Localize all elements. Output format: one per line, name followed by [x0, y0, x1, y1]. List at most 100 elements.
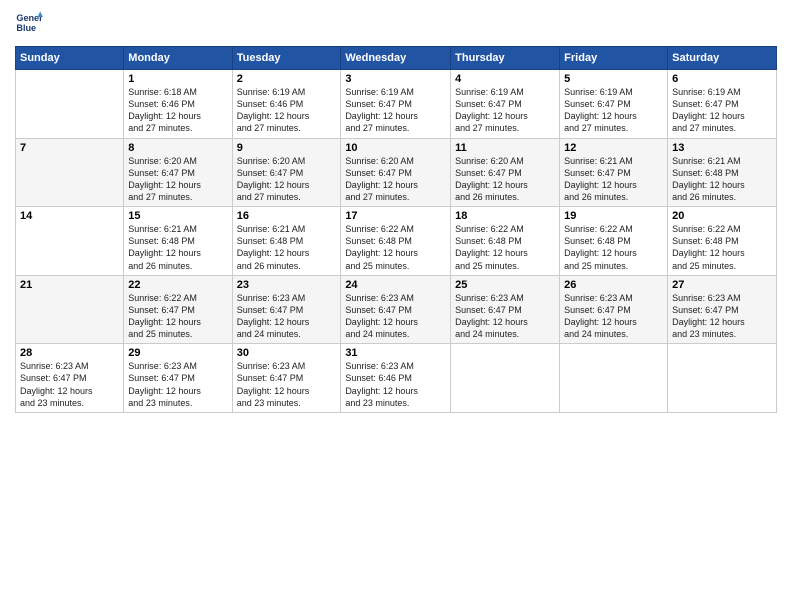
calendar-cell: 6Sunrise: 6:19 AM Sunset: 6:47 PM Daylig… — [668, 70, 777, 139]
calendar-cell: 25Sunrise: 6:23 AM Sunset: 6:47 PM Dayli… — [451, 275, 560, 344]
day-number: 26 — [564, 279, 663, 291]
calendar-cell — [451, 344, 560, 413]
day-number: 3 — [345, 73, 446, 85]
page-header: General Blue — [15, 10, 777, 38]
day-number: 16 — [237, 210, 337, 222]
calendar-week-row: 1415Sunrise: 6:21 AM Sunset: 6:48 PM Day… — [16, 207, 777, 276]
calendar-table: SundayMondayTuesdayWednesdayThursdayFrid… — [15, 46, 777, 413]
day-info: Sunrise: 6:20 AM Sunset: 6:47 PM Dayligh… — [345, 155, 446, 204]
day-number: 2 — [237, 73, 337, 85]
calendar-cell: 15Sunrise: 6:21 AM Sunset: 6:48 PM Dayli… — [124, 207, 232, 276]
day-number: 13 — [672, 142, 772, 154]
calendar-cell: 30Sunrise: 6:23 AM Sunset: 6:47 PM Dayli… — [232, 344, 341, 413]
day-number: 29 — [128, 347, 227, 359]
day-info: Sunrise: 6:20 AM Sunset: 6:47 PM Dayligh… — [128, 155, 227, 204]
day-info: Sunrise: 6:22 AM Sunset: 6:48 PM Dayligh… — [672, 223, 772, 272]
col-header-tuesday: Tuesday — [232, 47, 341, 70]
day-number: 14 — [20, 210, 119, 222]
day-number: 8 — [128, 142, 227, 154]
day-number: 5 — [564, 73, 663, 85]
day-number: 30 — [237, 347, 337, 359]
day-info: Sunrise: 6:19 AM Sunset: 6:47 PM Dayligh… — [564, 86, 663, 135]
calendar-cell: 18Sunrise: 6:22 AM Sunset: 6:48 PM Dayli… — [451, 207, 560, 276]
day-number: 1 — [128, 73, 227, 85]
day-info: Sunrise: 6:21 AM Sunset: 6:48 PM Dayligh… — [237, 223, 337, 272]
calendar-cell: 21 — [16, 275, 124, 344]
day-number: 11 — [455, 142, 555, 154]
calendar-cell: 17Sunrise: 6:22 AM Sunset: 6:48 PM Dayli… — [341, 207, 451, 276]
day-info: Sunrise: 6:20 AM Sunset: 6:47 PM Dayligh… — [455, 155, 555, 204]
calendar-cell: 3Sunrise: 6:19 AM Sunset: 6:47 PM Daylig… — [341, 70, 451, 139]
calendar-header-row: SundayMondayTuesdayWednesdayThursdayFrid… — [16, 47, 777, 70]
col-header-wednesday: Wednesday — [341, 47, 451, 70]
day-info: Sunrise: 6:22 AM Sunset: 6:48 PM Dayligh… — [455, 223, 555, 272]
day-number: 24 — [345, 279, 446, 291]
day-number: 21 — [20, 279, 119, 291]
calendar-cell: 19Sunrise: 6:22 AM Sunset: 6:48 PM Dayli… — [560, 207, 668, 276]
day-number: 23 — [237, 279, 337, 291]
calendar-cell: 12Sunrise: 6:21 AM Sunset: 6:47 PM Dayli… — [560, 138, 668, 207]
calendar-cell: 2Sunrise: 6:19 AM Sunset: 6:46 PM Daylig… — [232, 70, 341, 139]
col-header-sunday: Sunday — [16, 47, 124, 70]
day-info: Sunrise: 6:19 AM Sunset: 6:47 PM Dayligh… — [455, 86, 555, 135]
day-info: Sunrise: 6:21 AM Sunset: 6:48 PM Dayligh… — [672, 155, 772, 204]
day-info: Sunrise: 6:23 AM Sunset: 6:46 PM Dayligh… — [345, 360, 446, 409]
calendar-cell: 24Sunrise: 6:23 AM Sunset: 6:47 PM Dayli… — [341, 275, 451, 344]
day-number: 18 — [455, 210, 555, 222]
day-info: Sunrise: 6:21 AM Sunset: 6:48 PM Dayligh… — [128, 223, 227, 272]
calendar-cell: 14 — [16, 207, 124, 276]
calendar-week-row: 1Sunrise: 6:18 AM Sunset: 6:46 PM Daylig… — [16, 70, 777, 139]
day-number: 27 — [672, 279, 772, 291]
day-info: Sunrise: 6:23 AM Sunset: 6:47 PM Dayligh… — [20, 360, 119, 409]
calendar-cell: 16Sunrise: 6:21 AM Sunset: 6:48 PM Dayli… — [232, 207, 341, 276]
calendar-cell: 28Sunrise: 6:23 AM Sunset: 6:47 PM Dayli… — [16, 344, 124, 413]
day-info: Sunrise: 6:22 AM Sunset: 6:48 PM Dayligh… — [345, 223, 446, 272]
day-info: Sunrise: 6:23 AM Sunset: 6:47 PM Dayligh… — [237, 360, 337, 409]
day-number: 4 — [455, 73, 555, 85]
day-info: Sunrise: 6:23 AM Sunset: 6:47 PM Dayligh… — [128, 360, 227, 409]
svg-text:Blue: Blue — [16, 23, 36, 33]
calendar-week-row: 21 22Sunrise: 6:22 AM Sunset: 6:47 PM Day… — [16, 275, 777, 344]
calendar-week-row: 78Sunrise: 6:20 AM Sunset: 6:47 PM Dayli… — [16, 138, 777, 207]
day-number: 19 — [564, 210, 663, 222]
calendar-cell — [16, 70, 124, 139]
day-number: 7 — [20, 142, 119, 154]
day-number: 25 — [455, 279, 555, 291]
col-header-friday: Friday — [560, 47, 668, 70]
logo-icon: General Blue — [15, 10, 43, 38]
day-number: 20 — [672, 210, 772, 222]
calendar-cell — [668, 344, 777, 413]
day-number: 12 — [564, 142, 663, 154]
calendar-cell: 22Sunrise: 6:22 AM Sunset: 6:47 PM Dayli… — [124, 275, 232, 344]
calendar-cell: 27Sunrise: 6:23 AM Sunset: 6:47 PM Dayli… — [668, 275, 777, 344]
calendar-cell: 7 — [16, 138, 124, 207]
col-header-saturday: Saturday — [668, 47, 777, 70]
calendar-cell: 13Sunrise: 6:21 AM Sunset: 6:48 PM Dayli… — [668, 138, 777, 207]
day-info: Sunrise: 6:23 AM Sunset: 6:47 PM Dayligh… — [672, 292, 772, 341]
day-number: 17 — [345, 210, 446, 222]
calendar-cell: 26Sunrise: 6:23 AM Sunset: 6:47 PM Dayli… — [560, 275, 668, 344]
day-info: Sunrise: 6:22 AM Sunset: 6:48 PM Dayligh… — [564, 223, 663, 272]
day-info: Sunrise: 6:19 AM Sunset: 6:47 PM Dayligh… — [345, 86, 446, 135]
calendar-cell: 8Sunrise: 6:20 AM Sunset: 6:47 PM Daylig… — [124, 138, 232, 207]
calendar-cell: 20Sunrise: 6:22 AM Sunset: 6:48 PM Dayli… — [668, 207, 777, 276]
calendar-cell: 1Sunrise: 6:18 AM Sunset: 6:46 PM Daylig… — [124, 70, 232, 139]
day-number: 15 — [128, 210, 227, 222]
day-info: Sunrise: 6:23 AM Sunset: 6:47 PM Dayligh… — [564, 292, 663, 341]
day-number: 10 — [345, 142, 446, 154]
calendar-cell: 10Sunrise: 6:20 AM Sunset: 6:47 PM Dayli… — [341, 138, 451, 207]
calendar-cell: 23Sunrise: 6:23 AM Sunset: 6:47 PM Dayli… — [232, 275, 341, 344]
calendar-cell: 5Sunrise: 6:19 AM Sunset: 6:47 PM Daylig… — [560, 70, 668, 139]
day-info: Sunrise: 6:20 AM Sunset: 6:47 PM Dayligh… — [237, 155, 337, 204]
calendar-week-row: 28Sunrise: 6:23 AM Sunset: 6:47 PM Dayli… — [16, 344, 777, 413]
calendar-cell: 11Sunrise: 6:20 AM Sunset: 6:47 PM Dayli… — [451, 138, 560, 207]
day-info: Sunrise: 6:19 AM Sunset: 6:46 PM Dayligh… — [237, 86, 337, 135]
day-info: Sunrise: 6:23 AM Sunset: 6:47 PM Dayligh… — [455, 292, 555, 341]
calendar-cell: 9Sunrise: 6:20 AM Sunset: 6:47 PM Daylig… — [232, 138, 341, 207]
day-info: Sunrise: 6:22 AM Sunset: 6:47 PM Dayligh… — [128, 292, 227, 341]
day-info: Sunrise: 6:21 AM Sunset: 6:47 PM Dayligh… — [564, 155, 663, 204]
day-number: 9 — [237, 142, 337, 154]
col-header-thursday: Thursday — [451, 47, 560, 70]
day-info: Sunrise: 6:23 AM Sunset: 6:47 PM Dayligh… — [345, 292, 446, 341]
day-number: 28 — [20, 347, 119, 359]
